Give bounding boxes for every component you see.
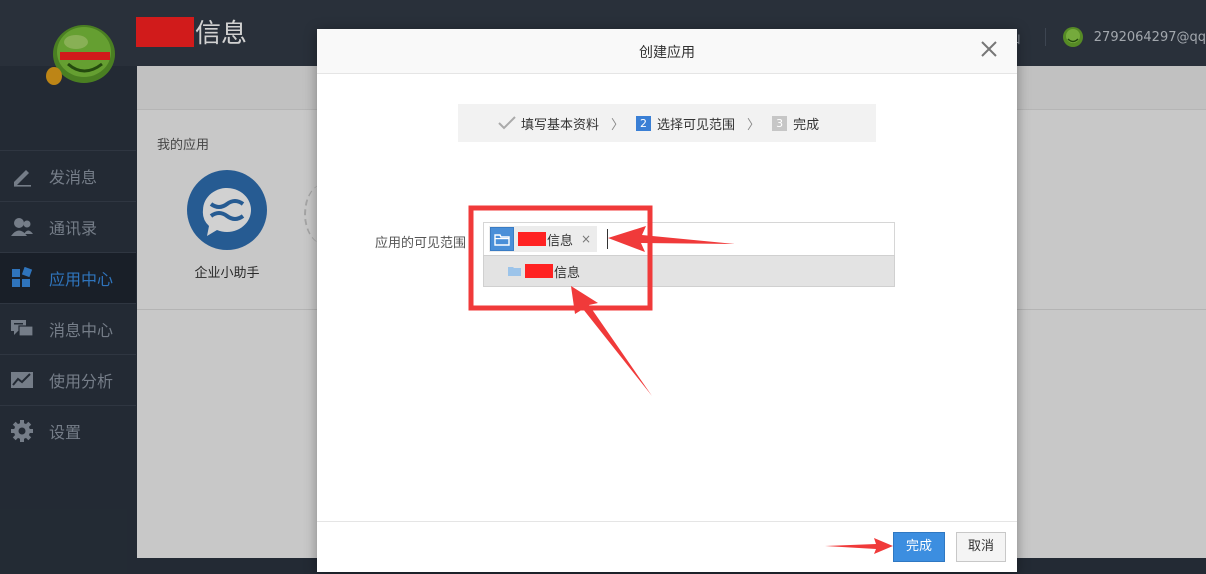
- step-finish: 3 完成: [772, 114, 819, 133]
- close-icon[interactable]: [977, 37, 1001, 61]
- folder-icon: [508, 267, 521, 276]
- step-label: 填写基本资料: [521, 117, 600, 133]
- step-label: 完成: [793, 117, 820, 133]
- tag-redaction: [518, 232, 546, 246]
- scope-label: 应用的可见范围: [375, 236, 467, 251]
- remove-tag-button[interactable]: ×: [581, 232, 591, 246]
- text-cursor: [607, 229, 608, 249]
- chevron-right-icon: 〉: [747, 117, 761, 133]
- suggestion-redaction: [525, 264, 553, 278]
- done-button[interactable]: 完成: [893, 532, 945, 562]
- scope-input[interactable]: 信息 ×: [483, 222, 895, 256]
- step-indicator: 填写基本资料 〉 2 选择可见范围 〉 3 完成: [458, 104, 876, 142]
- dialog-header: 创建应用: [317, 29, 1017, 74]
- chevron-right-icon: 〉: [611, 117, 625, 133]
- step-basic-info: 填写基本资料: [498, 114, 599, 133]
- suggestion-text: 信息: [554, 265, 581, 281]
- step-select-scope: 2 选择可见范围: [636, 114, 735, 133]
- scope-suggestion-item[interactable]: 信息: [483, 255, 895, 287]
- step-label: 选择可见范围: [657, 117, 736, 133]
- tag-text: 信息: [547, 233, 574, 249]
- step-number: 3: [772, 115, 788, 131]
- cancel-button[interactable]: 取消: [956, 532, 1006, 562]
- step-number: 2: [636, 115, 652, 131]
- dialog-title: 创建应用: [639, 45, 695, 61]
- dialog-footer: 完成 取消: [317, 521, 1017, 572]
- selected-scope-tag: 信息 ×: [489, 226, 598, 252]
- create-app-dialog: 创建应用 填写基本资料 〉 2 选择可见范围 〉 3 完成 应用的可见范围 信息…: [317, 29, 1017, 572]
- folder-icon: [490, 227, 514, 251]
- checkmark-icon: [498, 116, 516, 130]
